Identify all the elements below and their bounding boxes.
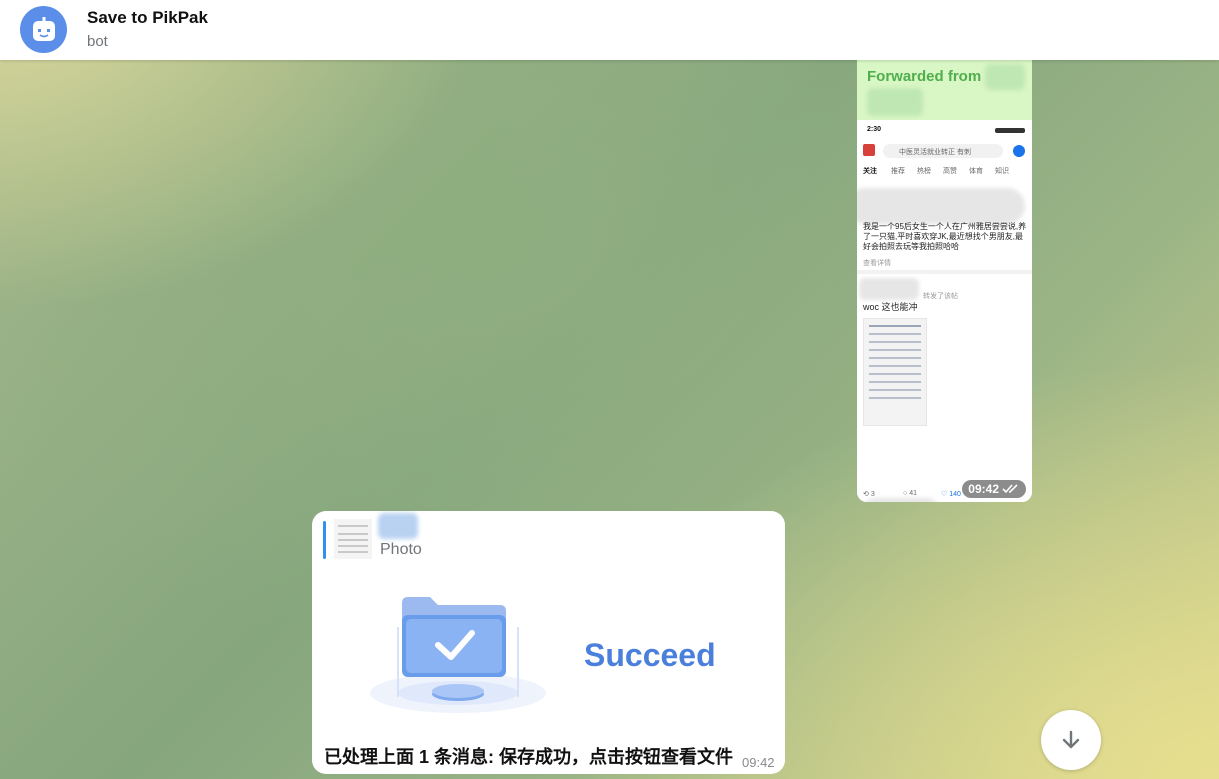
arrow-down-icon (1062, 730, 1080, 749)
redacted-name (867, 88, 923, 116)
comment-text: woc 这也能冲 (863, 302, 918, 312)
redacted-user (859, 278, 919, 300)
add-icon (1013, 145, 1025, 157)
redacted-reply-author (378, 513, 418, 539)
scroll-to-bottom-button[interactable] (1041, 710, 1101, 770)
reply-thumbnail[interactable] (334, 519, 372, 559)
divider (857, 270, 1032, 274)
app-logo (863, 144, 875, 156)
chat-subtitle: bot (87, 33, 108, 50)
bot-reply-message[interactable]: Photo Succeed 已处理上面 1 条消息: 保存成功，点击按钮查看文件… (312, 511, 785, 774)
robot-icon[interactable] (20, 6, 67, 53)
search-input: 中医灵活就业转正 有刺 (883, 144, 1003, 158)
redacted-user (857, 188, 1025, 224)
post-text: 我是一个95后女生一个人在广州雅居尝尝说,养了一只猫,平时喜欢穿JK,最近想找个… (863, 222, 1027, 251)
redacted-name (985, 64, 1025, 90)
see-more: 查看详情 (863, 260, 891, 267)
redacted-user (861, 498, 941, 502)
tab-bar: 关注 推荐 热榜 高赞 体育 知识 (863, 168, 1009, 175)
forwarded-message[interactable]: Forwarded from 2:30 中医灵活就业转正 有刺 关注 推荐 热榜… (857, 60, 1032, 502)
chat-header[interactable]: Save to PikPak bot (0, 0, 1219, 60)
message-caption: 已处理上面 1 条消息: 保存成功，点击按钮查看文件 (324, 747, 734, 767)
double-check-icon (1002, 484, 1018, 494)
phone-screenshot[interactable]: 2:30 中医灵活就业转正 有刺 关注 推荐 热榜 高赞 体育 知识 我是一个9… (857, 120, 1032, 502)
comment-count: ○ 41 (903, 490, 917, 497)
folder-check-icon (370, 597, 546, 713)
status-icons (995, 128, 1025, 133)
embedded-image (863, 318, 927, 426)
like-count: ♡ 140 (941, 491, 961, 498)
status-time: 2:30 (867, 126, 882, 133)
repost-count: ⟲ 3 (863, 491, 875, 498)
chat-title[interactable]: Save to PikPak (87, 8, 208, 28)
reply-kind[interactable]: Photo (380, 541, 422, 559)
message-time: 09:42 (962, 480, 1026, 498)
reply-indicator (323, 521, 326, 559)
forwarded-header: Forwarded from (857, 60, 1032, 120)
repost-note: 转发了该帖 (923, 293, 958, 300)
succeed-text: Succeed (584, 637, 716, 673)
message-time: 09:42 (742, 755, 775, 770)
forwarded-label[interactable]: Forwarded from (867, 68, 981, 85)
